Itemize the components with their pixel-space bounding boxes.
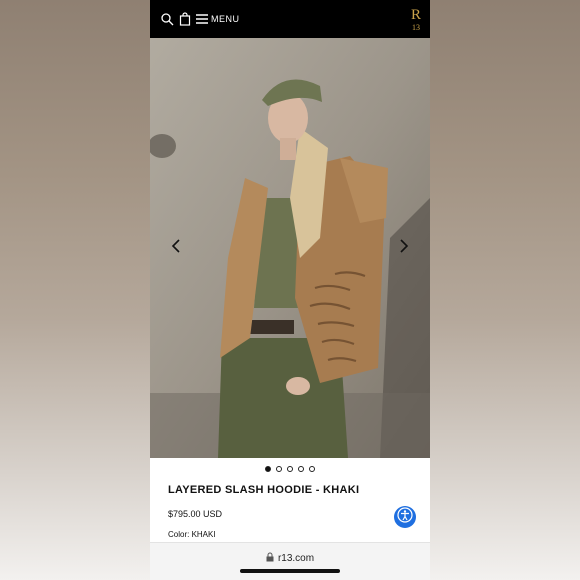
menu-button[interactable]: MENU — [211, 14, 240, 24]
shopping-bag-icon[interactable] — [178, 12, 192, 26]
logo-number: 13 — [412, 23, 420, 32]
search-icon[interactable] — [160, 12, 174, 26]
browser-url-bar[interactable]: r13.com — [150, 542, 430, 580]
chevron-left-icon[interactable] — [169, 238, 185, 254]
blurred-background-right — [430, 0, 580, 580]
carousel-pagination — [150, 466, 430, 474]
logo-letter: R — [410, 7, 421, 23]
carousel-dot[interactable] — [309, 466, 315, 472]
product-image[interactable] — [150, 38, 430, 458]
home-indicator[interactable] — [240, 569, 340, 573]
accessibility-button[interactable] — [394, 506, 416, 528]
product-price: $795.00 USD — [168, 509, 223, 519]
url-display[interactable]: r13.com — [150, 552, 430, 565]
url-text: r13.com — [277, 553, 315, 564]
carousel-dot[interactable] — [287, 466, 293, 472]
product-color: Color: KHAKI — [168, 530, 216, 539]
phone-screen: MENU R 13 LAYERED SLASH HOODIE - KHAKI $… — [150, 0, 430, 580]
r13-logo[interactable]: R 13 — [409, 8, 423, 32]
carousel-dot[interactable] — [265, 466, 271, 472]
carousel-dot[interactable] — [276, 466, 282, 472]
accessibility-icon — [397, 506, 413, 528]
chevron-right-icon[interactable] — [395, 238, 411, 254]
lock-icon — [266, 552, 274, 565]
hamburger-icon[interactable] — [195, 12, 209, 26]
site-header: MENU R 13 — [150, 0, 430, 38]
product-title: LAYERED SLASH HOODIE - KHAKI — [168, 484, 360, 496]
product-photo — [150, 38, 430, 458]
blurred-background-left — [0, 0, 150, 580]
carousel-dot[interactable] — [298, 466, 304, 472]
